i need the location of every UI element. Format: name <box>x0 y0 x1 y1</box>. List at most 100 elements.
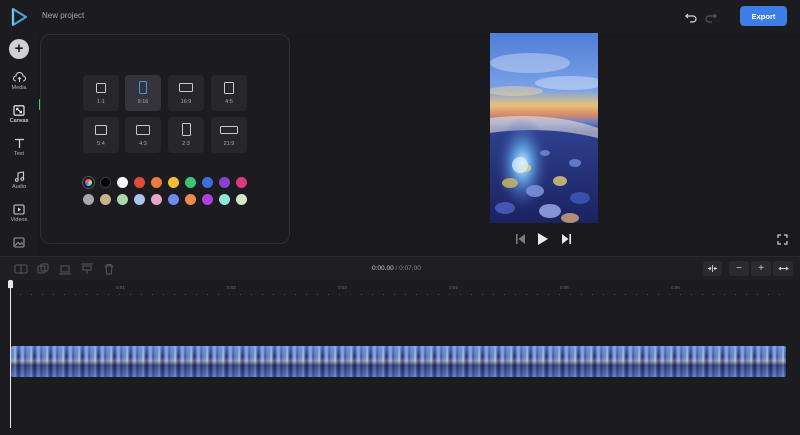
skip-back-icon[interactable] <box>515 233 526 245</box>
play-icon[interactable] <box>537 232 549 246</box>
split-icon[interactable] <box>14 263 28 275</box>
ratio-label: 4:5 <box>225 99 233 105</box>
ruler-label: 0:04 <box>449 285 458 290</box>
ratio-4-3[interactable]: 4:3 <box>125 117 161 153</box>
sidebar-item-canvas[interactable]: Canvas <box>0 105 38 135</box>
ruler-tick <box>779 294 780 295</box>
ratio-label: 4:3 <box>139 141 147 147</box>
ruler-tick <box>196 294 197 295</box>
ratio-5-4[interactable]: 5:4 <box>83 117 119 153</box>
ruler-tick <box>647 294 648 295</box>
ruler-tick <box>625 294 626 295</box>
add-media-button[interactable]: + <box>9 39 29 59</box>
color-swatch[interactable] <box>117 194 128 205</box>
ruler-tick <box>339 294 340 295</box>
ruler-tick <box>592 294 593 295</box>
project-name[interactable]: New project <box>42 11 84 20</box>
sidebar-label: Canvas <box>9 118 29 124</box>
color-swatch[interactable] <box>236 177 247 188</box>
ruler-tick <box>559 294 560 295</box>
timeline[interactable]: 0 0:01 0:02 0:03 0:04 0:05 0:06 <box>0 280 800 435</box>
ruler-label: 0:06 <box>671 285 680 290</box>
ruler-tick <box>306 294 307 295</box>
color-swatch[interactable] <box>83 194 94 205</box>
color-swatch[interactable] <box>202 194 213 205</box>
sidebar-item-videos[interactable]: Videos <box>0 204 38 234</box>
color-swatch[interactable] <box>202 177 213 188</box>
color-swatch[interactable] <box>219 177 230 188</box>
ratio-21-9[interactable]: 21:9 <box>211 117 247 153</box>
ruler-tick <box>460 294 461 295</box>
color-swatch[interactable] <box>185 177 196 188</box>
sidebar-item-media[interactable]: Media <box>0 72 38 102</box>
undo-icon[interactable] <box>684 10 698 24</box>
logo-icon[interactable] <box>11 8 27 26</box>
sidebar-label: Audio <box>11 184 27 190</box>
color-swatch[interactable] <box>100 194 111 205</box>
landscape-icon <box>179 83 193 92</box>
ruler-label: 0:02 <box>227 285 236 290</box>
clip-thumbnails <box>11 346 786 377</box>
ruler-tick <box>20 294 21 295</box>
ruler-tick <box>537 294 538 295</box>
ruler-tick <box>295 294 296 295</box>
zoom-out-button[interactable]: − <box>729 261 749 276</box>
fullscreen-icon[interactable] <box>777 234 788 245</box>
ratio-2-3[interactable]: 2:3 <box>168 117 204 153</box>
align-top-icon[interactable] <box>80 263 94 275</box>
ruler-tick <box>449 294 450 295</box>
ratio-label: 1:1 <box>97 99 105 105</box>
ruler-label: 0:03 <box>338 285 347 290</box>
color-swatch[interactable] <box>134 194 145 205</box>
ratio-4-5[interactable]: 4:5 <box>211 75 247 111</box>
color-swatch[interactable] <box>236 194 247 205</box>
ruler-tick <box>361 294 362 295</box>
color-swatch[interactable] <box>151 194 162 205</box>
ruler-tick <box>372 294 373 295</box>
ruler-tick <box>141 294 142 295</box>
zoom-in-button[interactable]: + <box>751 261 771 276</box>
align-bottom-icon[interactable] <box>58 263 72 275</box>
portrait-icon <box>139 81 147 94</box>
duplicate-icon[interactable] <box>36 263 50 275</box>
color-swatch[interactable] <box>100 177 111 188</box>
redo-icon[interactable] <box>704 10 718 24</box>
ruler-tick <box>735 294 736 295</box>
color-swatch[interactable] <box>134 177 145 188</box>
expand-timeline-button[interactable] <box>773 261 793 276</box>
color-swatch[interactable] <box>219 194 230 205</box>
ruler-tick <box>207 294 208 295</box>
ruler-tick <box>724 294 725 295</box>
ratio-9-16[interactable]: 9:16 <box>125 75 161 111</box>
ratio-16-9[interactable]: 16:9 <box>168 75 204 111</box>
music-note-icon <box>14 171 24 182</box>
ruler-tick <box>42 294 43 295</box>
canvas-icon <box>13 105 25 116</box>
ruler-tick <box>119 294 120 295</box>
color-swatch[interactable] <box>168 194 179 205</box>
skip-forward-icon[interactable] <box>561 233 572 245</box>
ruler-tick <box>427 294 428 295</box>
ruler-tick <box>317 294 318 295</box>
text-icon <box>14 138 24 148</box>
ruler-tick <box>493 294 494 295</box>
color-swatch[interactable] <box>168 177 179 188</box>
sidebar-item-text[interactable]: Text <box>0 138 38 168</box>
ruler-tick <box>691 294 692 295</box>
playhead[interactable] <box>10 280 11 428</box>
sidebar-item-audio[interactable]: Audio <box>0 171 38 201</box>
export-button[interactable]: Export <box>740 6 787 26</box>
video-clip[interactable] <box>11 346 786 377</box>
trash-icon[interactable] <box>102 263 116 275</box>
color-swatch[interactable] <box>185 194 196 205</box>
sidebar: + Media Canvas Text Audio Videos <box>0 34 38 256</box>
color-swatch[interactable] <box>117 177 128 188</box>
fit-timeline-button[interactable] <box>703 261 722 276</box>
ruler-tick <box>251 294 252 295</box>
fit-icon <box>708 265 717 272</box>
ruler-tick <box>328 294 329 295</box>
color-picker-icon[interactable] <box>83 177 94 188</box>
color-swatch[interactable] <box>151 177 162 188</box>
ratio-1-1[interactable]: 1:1 <box>83 75 119 111</box>
time-separator: / <box>395 265 398 272</box>
